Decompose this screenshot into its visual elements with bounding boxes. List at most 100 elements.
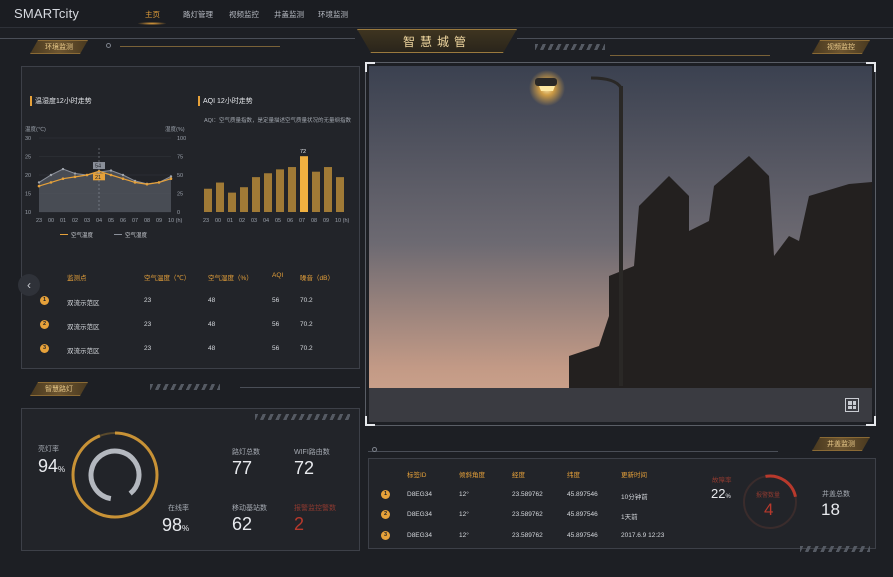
x-tick-label: 05 (108, 218, 114, 224)
frame-dot (372, 447, 377, 452)
frame-line (610, 55, 770, 56)
humidity-point (61, 167, 65, 171)
manhole-total-value: 18 (821, 500, 840, 519)
aqi-bar (300, 156, 308, 212)
x-tick-label: 08 (311, 218, 317, 224)
table-cell: 双流示范区 (67, 300, 100, 307)
frame-line (0, 38, 355, 39)
base-station-label: 移动基站数 (232, 505, 267, 512)
table-cell: 56 (272, 321, 280, 328)
table-cell: D8EG34 (407, 532, 432, 539)
nav-manhole[interactable]: 井盖监测 (274, 9, 304, 20)
temperature-point (121, 177, 125, 180)
frame-corner (365, 62, 375, 72)
x-tick-label: 02 (72, 218, 78, 224)
manhole-header-angle: 倾斜角度 (459, 472, 485, 479)
row-rank-badge: 1 (381, 490, 390, 499)
legend-swatch-humidity (114, 234, 122, 235)
aqi-bar (228, 192, 236, 212)
table-cell: 2017.6.9 12:23 (621, 532, 665, 539)
legend-swatch-temp (60, 234, 68, 235)
table-cell: 12° (459, 532, 469, 539)
carousel-prev-button[interactable]: ‹ (18, 274, 40, 296)
x-tick-label: 03 (251, 218, 257, 224)
aqi-description: AQI：空气质量指数，是定量描述空气质量状况的无量纲指数 (204, 118, 351, 124)
table-cell: 70.2 (300, 345, 313, 352)
nav-video[interactable]: 视频监控 (229, 9, 259, 20)
temp-humidity-chart: 30 10025 7520 5015 2510 023 00 01 02 03 04 05 06 07 08… (25, 136, 186, 224)
frame-line (368, 451, 778, 452)
y-tick-label: 15 (25, 192, 31, 198)
manhole-header-longitude: 经度 (512, 472, 525, 479)
temperature-point (49, 181, 53, 184)
table-cell: 12° (459, 491, 469, 498)
temperature-point (85, 173, 89, 177)
frame-stripe (255, 414, 350, 420)
light-rate-value: 94% (38, 456, 66, 476)
x-tick-label: 23 (36, 218, 42, 224)
y2-tick-label: 100 (177, 136, 186, 142)
streetlight-alarm-value: 2 (294, 514, 305, 534)
aqi-bar (336, 177, 344, 212)
temperature-point (73, 175, 77, 179)
streetlight-total-value: 77 (232, 458, 253, 478)
x-tick-label: 04 (263, 218, 269, 224)
table-header-noise: 噪音（dB） (300, 275, 334, 282)
x-tick-label: 06 (287, 218, 293, 224)
table-cell: 12° (459, 511, 469, 518)
video-feed[interactable] (369, 66, 872, 422)
legend-humidity: 空气湿度 (125, 233, 148, 239)
table-cell: 70.2 (300, 297, 313, 304)
humidity-point (109, 169, 113, 172)
frame-corner (866, 416, 876, 426)
manhole-header-id: 标签ID (407, 472, 427, 479)
light-rate-label: 亮灯率 (38, 446, 59, 453)
tag-environment: 环境监测 (30, 40, 88, 54)
temperature-point (145, 182, 149, 186)
table-header-humidity: 空气湿度（%） (208, 275, 253, 282)
streetlight-alarm-label: 报警监控警数 (294, 505, 336, 512)
table-cell: 48 (208, 345, 216, 352)
humidity-point (37, 181, 41, 184)
x-tick-label: 02 (239, 218, 245, 224)
streetlight-total-label: 路灯总数 (232, 449, 260, 456)
x-tick-label: 09 (323, 218, 329, 224)
nav-environment[interactable]: 环境监测 (318, 9, 348, 20)
x-tick-label: 04 (96, 218, 102, 224)
fault-rate-value: 22% (711, 486, 731, 501)
aqi-bar (264, 173, 272, 212)
humidity-point (121, 173, 125, 177)
x-tick-label: 00 (215, 218, 221, 224)
frame-dot (106, 43, 111, 48)
manhole-header-updated: 更新时间 (621, 472, 647, 479)
aqi-peak-label: 72 (300, 149, 306, 155)
x-tick-label: 09 (156, 218, 162, 224)
x-tick-label: 00 (48, 218, 54, 224)
tag-video: 视频监控 (812, 40, 870, 54)
temp-humidity-chart-title: 温湿度12小时走势 (30, 96, 92, 106)
table-header-site: 监测点 (67, 275, 87, 282)
table-cell: 23 (144, 345, 152, 352)
x-tick-label: 06 (120, 218, 126, 224)
base-station-value: 62 (232, 514, 253, 534)
row-rank-badge: 1 (40, 296, 49, 305)
temperature-point (169, 177, 173, 180)
table-cell: 23.589762 (512, 511, 543, 518)
frame-line (120, 46, 280, 47)
frame-stripe (150, 384, 220, 390)
top-bar (0, 0, 893, 28)
nav-streetlight[interactable]: 路灯管理 (183, 9, 213, 20)
grid-view-icon[interactable] (845, 398, 859, 412)
y-tick-label: 25 (25, 155, 31, 161)
legend-temp: 空气温度 (71, 233, 94, 239)
table-cell: 10分钟前 (621, 494, 648, 501)
x-tick-label: 10 (h) (168, 218, 183, 224)
table-cell: 56 (272, 297, 280, 304)
page-title: 智慧城管 (357, 29, 517, 53)
table-cell: 23 (144, 321, 152, 328)
nav-home[interactable]: 主页 (145, 9, 160, 20)
table-cell: 70.2 (300, 321, 313, 328)
table-cell: 56 (272, 345, 280, 352)
x-tick-label: 10 (h) (335, 218, 350, 224)
y-tick-label: 20 (25, 173, 31, 179)
